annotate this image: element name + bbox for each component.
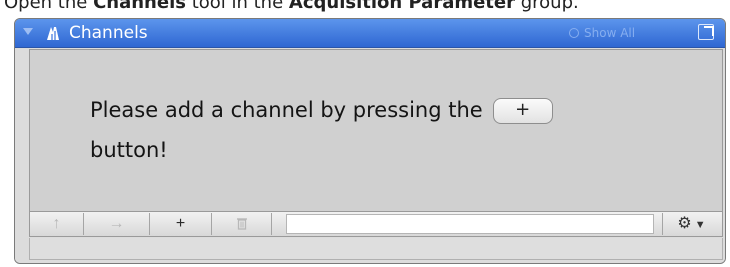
channel-name-field[interactable] (286, 214, 654, 234)
caption-prefix: Open the (4, 0, 94, 13)
channels-tool-icon (47, 27, 59, 40)
instruction-caption: Open the Channels tool in the Acquisitio… (4, 0, 579, 13)
show-all-toggle[interactable]: Show All (569, 26, 635, 40)
empty-state-message: Please add a channel by pressing the + bu… (90, 90, 650, 170)
caption-tool: Channels (93, 0, 186, 13)
message-part2: button! (90, 138, 168, 162)
move-up-icon: ↑ (52, 215, 61, 232)
gear-icon: ⚙ (677, 215, 692, 232)
add-channel-button[interactable]: + (150, 213, 212, 235)
move-down-button[interactable]: → (84, 213, 150, 235)
move-up-button[interactable]: ↑ (30, 213, 84, 235)
show-all-radio-icon[interactable] (569, 28, 579, 38)
channels-tool-panel: Channels Show All Please add a channel b… (14, 18, 726, 264)
options-menu-button[interactable]: ⚙ ▼ (662, 213, 720, 235)
channel-list-area: Please add a channel by pressing the + bu… (29, 49, 723, 227)
delete-channel-button[interactable] (212, 213, 272, 235)
message-part1: Please add a channel by pressing the (90, 98, 483, 122)
panel-footer (29, 238, 723, 260)
undock-window-icon[interactable] (698, 24, 714, 40)
move-down-icon: → (108, 215, 125, 232)
caption-suffix: group. (515, 0, 579, 13)
show-all-label: Show All (584, 26, 636, 40)
panel-titlebar[interactable]: Channels Show All (15, 19, 725, 48)
inline-add-button-illustration: + (492, 98, 553, 124)
chevron-down-icon: ▼ (694, 219, 706, 231)
panel-title: Channels (69, 23, 148, 43)
caption-group: Acquisition Parameter (288, 0, 515, 13)
caption-middle: tool in the (185, 0, 289, 13)
collapse-arrow-icon[interactable] (23, 28, 33, 35)
channel-toolbar: ↑ → + ⚙ ▼ (29, 211, 723, 237)
delete-icon (236, 218, 247, 230)
add-icon: + (175, 215, 186, 232)
